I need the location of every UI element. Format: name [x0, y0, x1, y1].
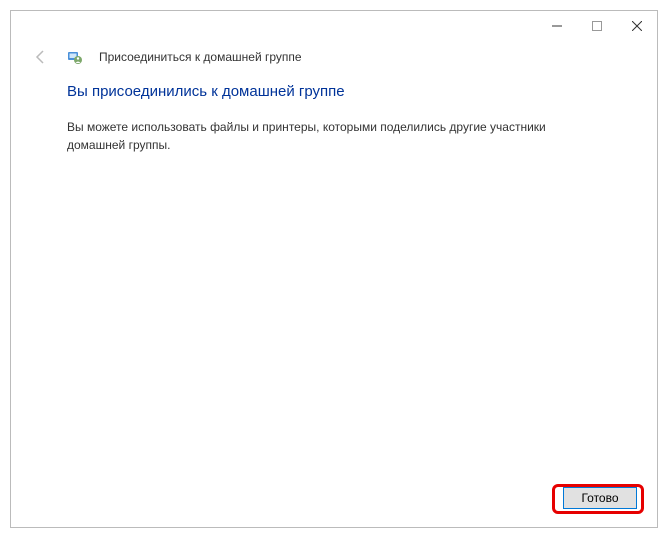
- maximize-button[interactable]: [577, 11, 617, 41]
- body-text: Вы можете использовать файлы и принтеры,…: [67, 118, 587, 154]
- titlebar: [11, 11, 657, 41]
- close-button[interactable]: [617, 11, 657, 41]
- minimize-button[interactable]: [537, 11, 577, 41]
- back-button[interactable]: [31, 49, 51, 65]
- homegroup-icon: [67, 49, 83, 65]
- main-heading: Вы присоединились к домашней группе: [67, 83, 617, 100]
- dialog-content: Вы присоединились к домашней группе Вы м…: [11, 83, 657, 471]
- dialog-title: Присоединиться к домашней группе: [99, 50, 302, 64]
- window-controls: [537, 11, 657, 41]
- dialog-header: Присоединиться к домашней группе: [11, 41, 657, 83]
- dialog-footer: Готово: [11, 471, 657, 527]
- done-button[interactable]: Готово: [563, 487, 637, 509]
- dialog-window: Присоединиться к домашней группе Вы прис…: [10, 10, 658, 528]
